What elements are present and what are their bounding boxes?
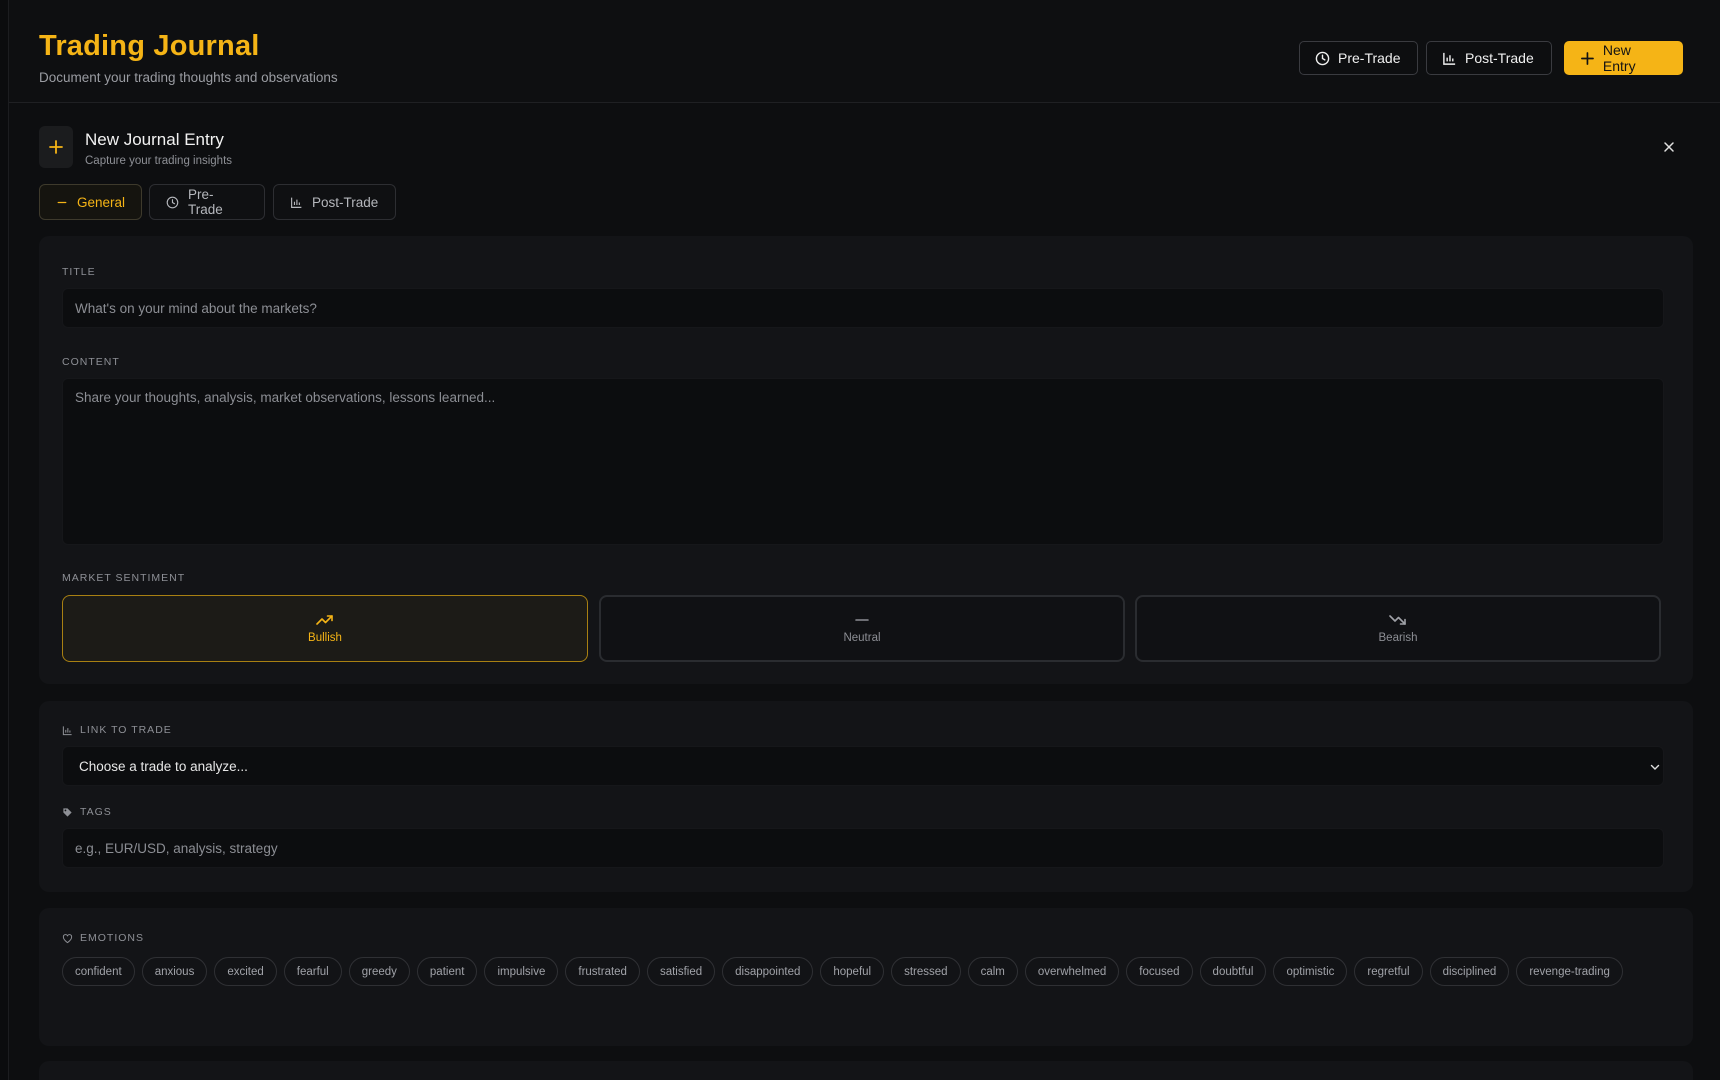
tab-post-trade[interactable]: Post-Trade — [273, 184, 396, 220]
tab-general-label: General — [76, 194, 125, 210]
bar-chart-icon — [62, 725, 72, 735]
bar-chart-icon — [291, 197, 302, 208]
close-icon[interactable] — [1661, 139, 1677, 155]
emotion-chip[interactable]: impulsive — [484, 957, 559, 986]
app-frame: Trading Journal Document your trading th… — [8, 0, 1720, 1080]
emotion-chip[interactable]: optimistic — [1273, 957, 1348, 986]
trade-select[interactable]: Choose a trade to analyze... — [62, 746, 1664, 786]
emotion-chip[interactable]: satisfied — [646, 957, 716, 986]
emotion-chips: confident anxious excited fearful greedy… — [62, 957, 1662, 986]
minus-icon — [855, 618, 869, 621]
emotion-chip[interactable]: focused — [1126, 957, 1193, 986]
new-entry-button-label: New Entry — [1602, 42, 1636, 74]
sentiment-label: MARKET SENTIMENT — [62, 572, 186, 584]
sentiment-bullish-label: Bullish — [308, 631, 342, 644]
clock-icon — [166, 196, 179, 208]
trending-up-icon — [316, 614, 333, 625]
content-textarea[interactable]: Share your thoughts, analysis, market ob… — [62, 378, 1664, 545]
emotion-chip[interactable]: greedy — [348, 957, 410, 986]
chevron-down-icon — [1650, 764, 1660, 770]
sentiment-neutral-label: Neutral — [843, 631, 881, 644]
trending-down-icon — [1389, 614, 1406, 625]
emotion-chip[interactable]: confident — [62, 957, 135, 986]
emotion-chip[interactable]: fearful — [283, 957, 342, 986]
emotion-chip[interactable]: calm — [967, 957, 1018, 986]
emotion-chip[interactable]: excited — [214, 957, 277, 986]
tags-input[interactable]: e.g., EUR/USD, analysis, strategy — [62, 828, 1664, 868]
page-title: Trading Journal — [39, 30, 260, 62]
emotion-chip[interactable]: doubtful — [1199, 957, 1267, 986]
clock-icon — [1315, 51, 1330, 65]
emotion-chip[interactable]: patient — [416, 957, 478, 986]
content-label: CONTENT — [62, 356, 120, 368]
emotion-chip[interactable]: frustrated — [565, 957, 640, 986]
trade-select-value: Choose a trade to analyze... — [79, 759, 248, 774]
post-trade-button-label: Post-Trade — [1465, 50, 1534, 66]
page-subtitle: Document your trading thoughts and obser… — [39, 70, 338, 85]
emotion-chip[interactable]: regretful — [1354, 957, 1423, 986]
pre-trade-button[interactable]: Pre-Trade — [1299, 41, 1418, 75]
page-header: Trading Journal Document your trading th… — [9, 0, 1720, 103]
emotion-chip[interactable]: stressed — [891, 957, 961, 986]
link-label: LINK TO TRADE — [62, 724, 172, 736]
emotion-chip[interactable]: anxious — [141, 957, 208, 986]
tab-pre-trade[interactable]: Pre-Trade — [149, 184, 265, 220]
new-entry-button[interactable]: New Entry — [1564, 41, 1683, 75]
tags-label: TAGS — [62, 806, 112, 818]
emotion-chip[interactable]: hopeful — [820, 957, 885, 986]
emotions-label-text: EMOTIONS — [80, 932, 145, 944]
plus-icon — [49, 140, 63, 154]
title-label: TITLE — [62, 266, 96, 278]
emotion-chip[interactable]: disappointed — [722, 957, 814, 986]
minus-icon — [57, 201, 67, 203]
sentiment-neutral-button[interactable]: Neutral — [599, 595, 1125, 662]
sentiment-bearish-label: Bearish — [1378, 631, 1418, 644]
tags-label-text: TAGS — [80, 806, 112, 818]
tab-general[interactable]: General — [39, 184, 142, 220]
post-trade-button[interactable]: Post-Trade — [1426, 41, 1552, 75]
emotion-chip[interactable]: overwhelmed — [1024, 957, 1120, 986]
entry-icon-box — [39, 126, 73, 168]
sentiment-bullish-button[interactable]: Bullish — [62, 595, 588, 662]
sentiment-bearish-button[interactable]: Bearish — [1135, 595, 1661, 662]
plus-icon — [1581, 51, 1594, 65]
link-label-text: LINK TO TRADE — [80, 724, 172, 736]
entry-subtitle: Capture your trading insights — [85, 155, 233, 167]
emotion-chip[interactable]: revenge-trading — [1516, 957, 1623, 986]
entry-title: New Journal Entry — [85, 130, 224, 149]
title-input[interactable]: What's on your mind about the markets? — [62, 288, 1664, 328]
pre-trade-button-label: Pre-Trade — [1338, 50, 1401, 66]
emotions-label: EMOTIONS — [62, 932, 144, 944]
next-panel — [39, 1061, 1693, 1080]
tab-post-trade-label: Post-Trade — [312, 194, 379, 210]
tab-pre-trade-label: Pre-Trade — [187, 187, 223, 217]
tag-icon — [63, 807, 72, 817]
heart-icon — [62, 933, 73, 943]
emotion-chip[interactable]: disciplined — [1429, 957, 1510, 986]
bar-chart-icon — [1443, 52, 1456, 65]
